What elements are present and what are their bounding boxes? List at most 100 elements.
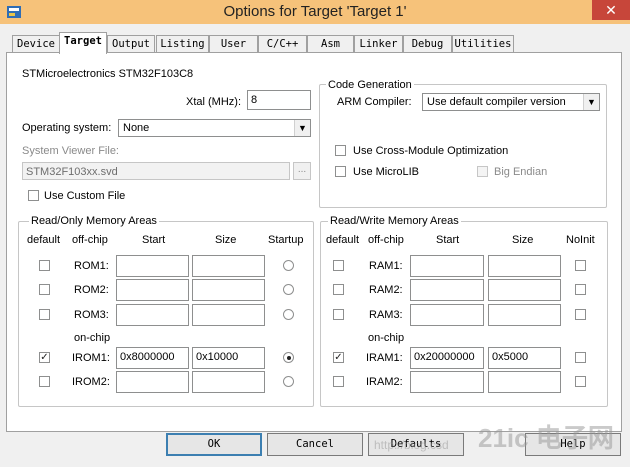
rom2-default-checkbox[interactable] xyxy=(39,284,50,295)
ram3-label: RAM3: xyxy=(369,309,403,321)
ram3-default-checkbox[interactable] xyxy=(333,309,344,320)
cross-module-label: Use Cross-Module Optimization xyxy=(353,145,509,157)
title-bar: Options for Target 'Target 1' ✕ xyxy=(0,0,630,24)
irom2-size-input[interactable] xyxy=(192,371,265,393)
ram2-default-checkbox[interactable] xyxy=(333,284,344,295)
rom1-startup-radio[interactable] xyxy=(283,260,294,271)
code-generation-title: Code Generation xyxy=(326,78,414,92)
big-endian-checkbox[interactable] xyxy=(477,166,488,177)
ram3-start-input[interactable] xyxy=(410,304,484,326)
cancel-button[interactable]: Cancel xyxy=(267,433,363,456)
rom3-size-input[interactable] xyxy=(192,304,265,326)
rom1-default-checkbox[interactable] xyxy=(39,260,50,271)
iram2-start-input[interactable] xyxy=(410,371,484,393)
ram1-start-input[interactable] xyxy=(410,255,484,277)
ram2-label: RAM2: xyxy=(369,284,403,296)
watermark-url: http://blog.csd xyxy=(374,438,449,452)
xtal-label: Xtal (MHz): xyxy=(186,96,241,108)
cross-module-checkbox[interactable] xyxy=(335,145,346,156)
xtal-input[interactable]: 8 xyxy=(247,90,311,110)
ram-onchip-label: on-chip xyxy=(368,332,405,344)
rom3-default-checkbox[interactable] xyxy=(39,309,50,320)
rom1-start-input[interactable] xyxy=(116,255,189,277)
tab-device[interactable]: Device xyxy=(12,35,60,52)
iram1-default-checkbox[interactable]: ✓ xyxy=(333,352,344,363)
rom-onchip-label: on-chip xyxy=(74,332,111,344)
ram2-start-input[interactable] xyxy=(410,279,484,301)
arm-compiler-select[interactable]: Use default compiler version ▼ xyxy=(422,93,600,111)
irom1-startup-radio[interactable] xyxy=(283,352,294,363)
irom1-size-input[interactable]: 0x10000 xyxy=(192,347,265,369)
rom3-label: ROM3: xyxy=(74,309,109,321)
ram1-size-input[interactable] xyxy=(488,255,561,277)
ram1-label: RAM1: xyxy=(369,260,403,272)
ram1-noinit-checkbox[interactable] xyxy=(575,260,586,271)
irom1-default-checkbox[interactable]: ✓ xyxy=(39,352,50,363)
rom3-startup-radio[interactable] xyxy=(283,309,294,320)
irom2-start-input[interactable] xyxy=(116,371,189,393)
custom-file-checkbox[interactable] xyxy=(28,190,39,201)
system-viewer-label: System Viewer File: xyxy=(22,145,119,157)
tab-asm[interactable]: Asm xyxy=(307,35,354,52)
custom-file-label: Use Custom File xyxy=(44,190,126,202)
rom-header-start: Start xyxy=(142,234,166,246)
ram-header-size: Size xyxy=(512,234,534,246)
ram-header-start: Start xyxy=(436,234,460,246)
iram2-size-input[interactable] xyxy=(488,371,561,393)
rom2-label: ROM2: xyxy=(74,284,109,296)
tab-target[interactable]: Target xyxy=(59,32,107,54)
ok-button[interactable]: OK xyxy=(166,433,262,456)
rom1-label: ROM1: xyxy=(74,260,109,272)
tab-linker[interactable]: Linker xyxy=(354,35,403,52)
arm-compiler-value: Use default compiler version xyxy=(427,96,566,108)
browse-button[interactable]: ... xyxy=(293,162,311,180)
close-button[interactable]: ✕ xyxy=(592,0,630,20)
rom2-size-input[interactable] xyxy=(192,279,265,301)
rom-header-offchip: off-chip xyxy=(72,234,108,246)
tab-debug[interactable]: Debug xyxy=(403,35,452,52)
iram1-start-input[interactable]: 0x20000000 xyxy=(410,347,484,369)
ram-header-default: default xyxy=(326,234,360,246)
iram1-noinit-checkbox[interactable] xyxy=(575,352,586,363)
ram1-default-checkbox[interactable] xyxy=(333,260,344,271)
rom-header-default: default xyxy=(27,234,61,246)
irom2-default-checkbox[interactable] xyxy=(39,376,50,387)
radio-selected-dot xyxy=(286,355,291,360)
operating-system-value: None xyxy=(123,122,150,134)
ram3-noinit-checkbox[interactable] xyxy=(575,309,586,320)
iram2-default-checkbox[interactable] xyxy=(333,376,344,387)
ram3-size-input[interactable] xyxy=(488,304,561,326)
irom2-label: IROM2: xyxy=(72,376,110,388)
ram2-size-input[interactable] xyxy=(488,279,561,301)
device-name: STMicroelectronics STM32F103C8 xyxy=(22,68,194,80)
tab-utilities[interactable]: Utilities xyxy=(452,35,514,52)
system-viewer-input[interactable]: STM32F103xx.svd xyxy=(22,162,290,180)
rom3-start-input[interactable] xyxy=(116,304,189,326)
ram2-noinit-checkbox[interactable] xyxy=(575,284,586,295)
operating-system-select[interactable]: None ▼ xyxy=(118,119,311,137)
tab-listing[interactable]: Listing xyxy=(156,35,209,52)
rom1-size-input[interactable] xyxy=(192,255,265,277)
iram2-noinit-checkbox[interactable] xyxy=(575,376,586,387)
tab-c-cpp[interactable]: C/C++ xyxy=(258,35,307,52)
microlib-checkbox[interactable] xyxy=(335,166,346,177)
rom-header-size: Size xyxy=(215,234,237,246)
iram1-label: IRAM1: xyxy=(366,352,403,364)
rom2-start-input[interactable] xyxy=(116,279,189,301)
microlib-label: Use MicroLIB xyxy=(353,166,420,178)
irom1-start-input[interactable]: 0x8000000 xyxy=(116,347,189,369)
rom2-startup-radio[interactable] xyxy=(283,284,294,295)
rom-header-startup: Startup xyxy=(268,234,304,246)
iram1-size-input[interactable]: 0x5000 xyxy=(488,347,561,369)
irom2-startup-radio[interactable] xyxy=(283,376,294,387)
chevron-down-icon: ▼ xyxy=(294,120,310,136)
tab-user[interactable]: User xyxy=(209,35,258,52)
rom-group-title: Read/Only Memory Areas xyxy=(29,214,159,228)
operating-system-label: Operating system: xyxy=(22,122,112,134)
window-title: Options for Target 'Target 1' xyxy=(223,3,407,20)
chevron-down-icon: ▼ xyxy=(583,94,599,110)
iram2-label: IRAM2: xyxy=(366,376,403,388)
watermark-logo: 21ic 电子网 xyxy=(478,423,614,453)
tab-strip: Device Target Output Listing User C/C++ … xyxy=(0,24,630,54)
tab-output[interactable]: Output xyxy=(107,35,155,52)
